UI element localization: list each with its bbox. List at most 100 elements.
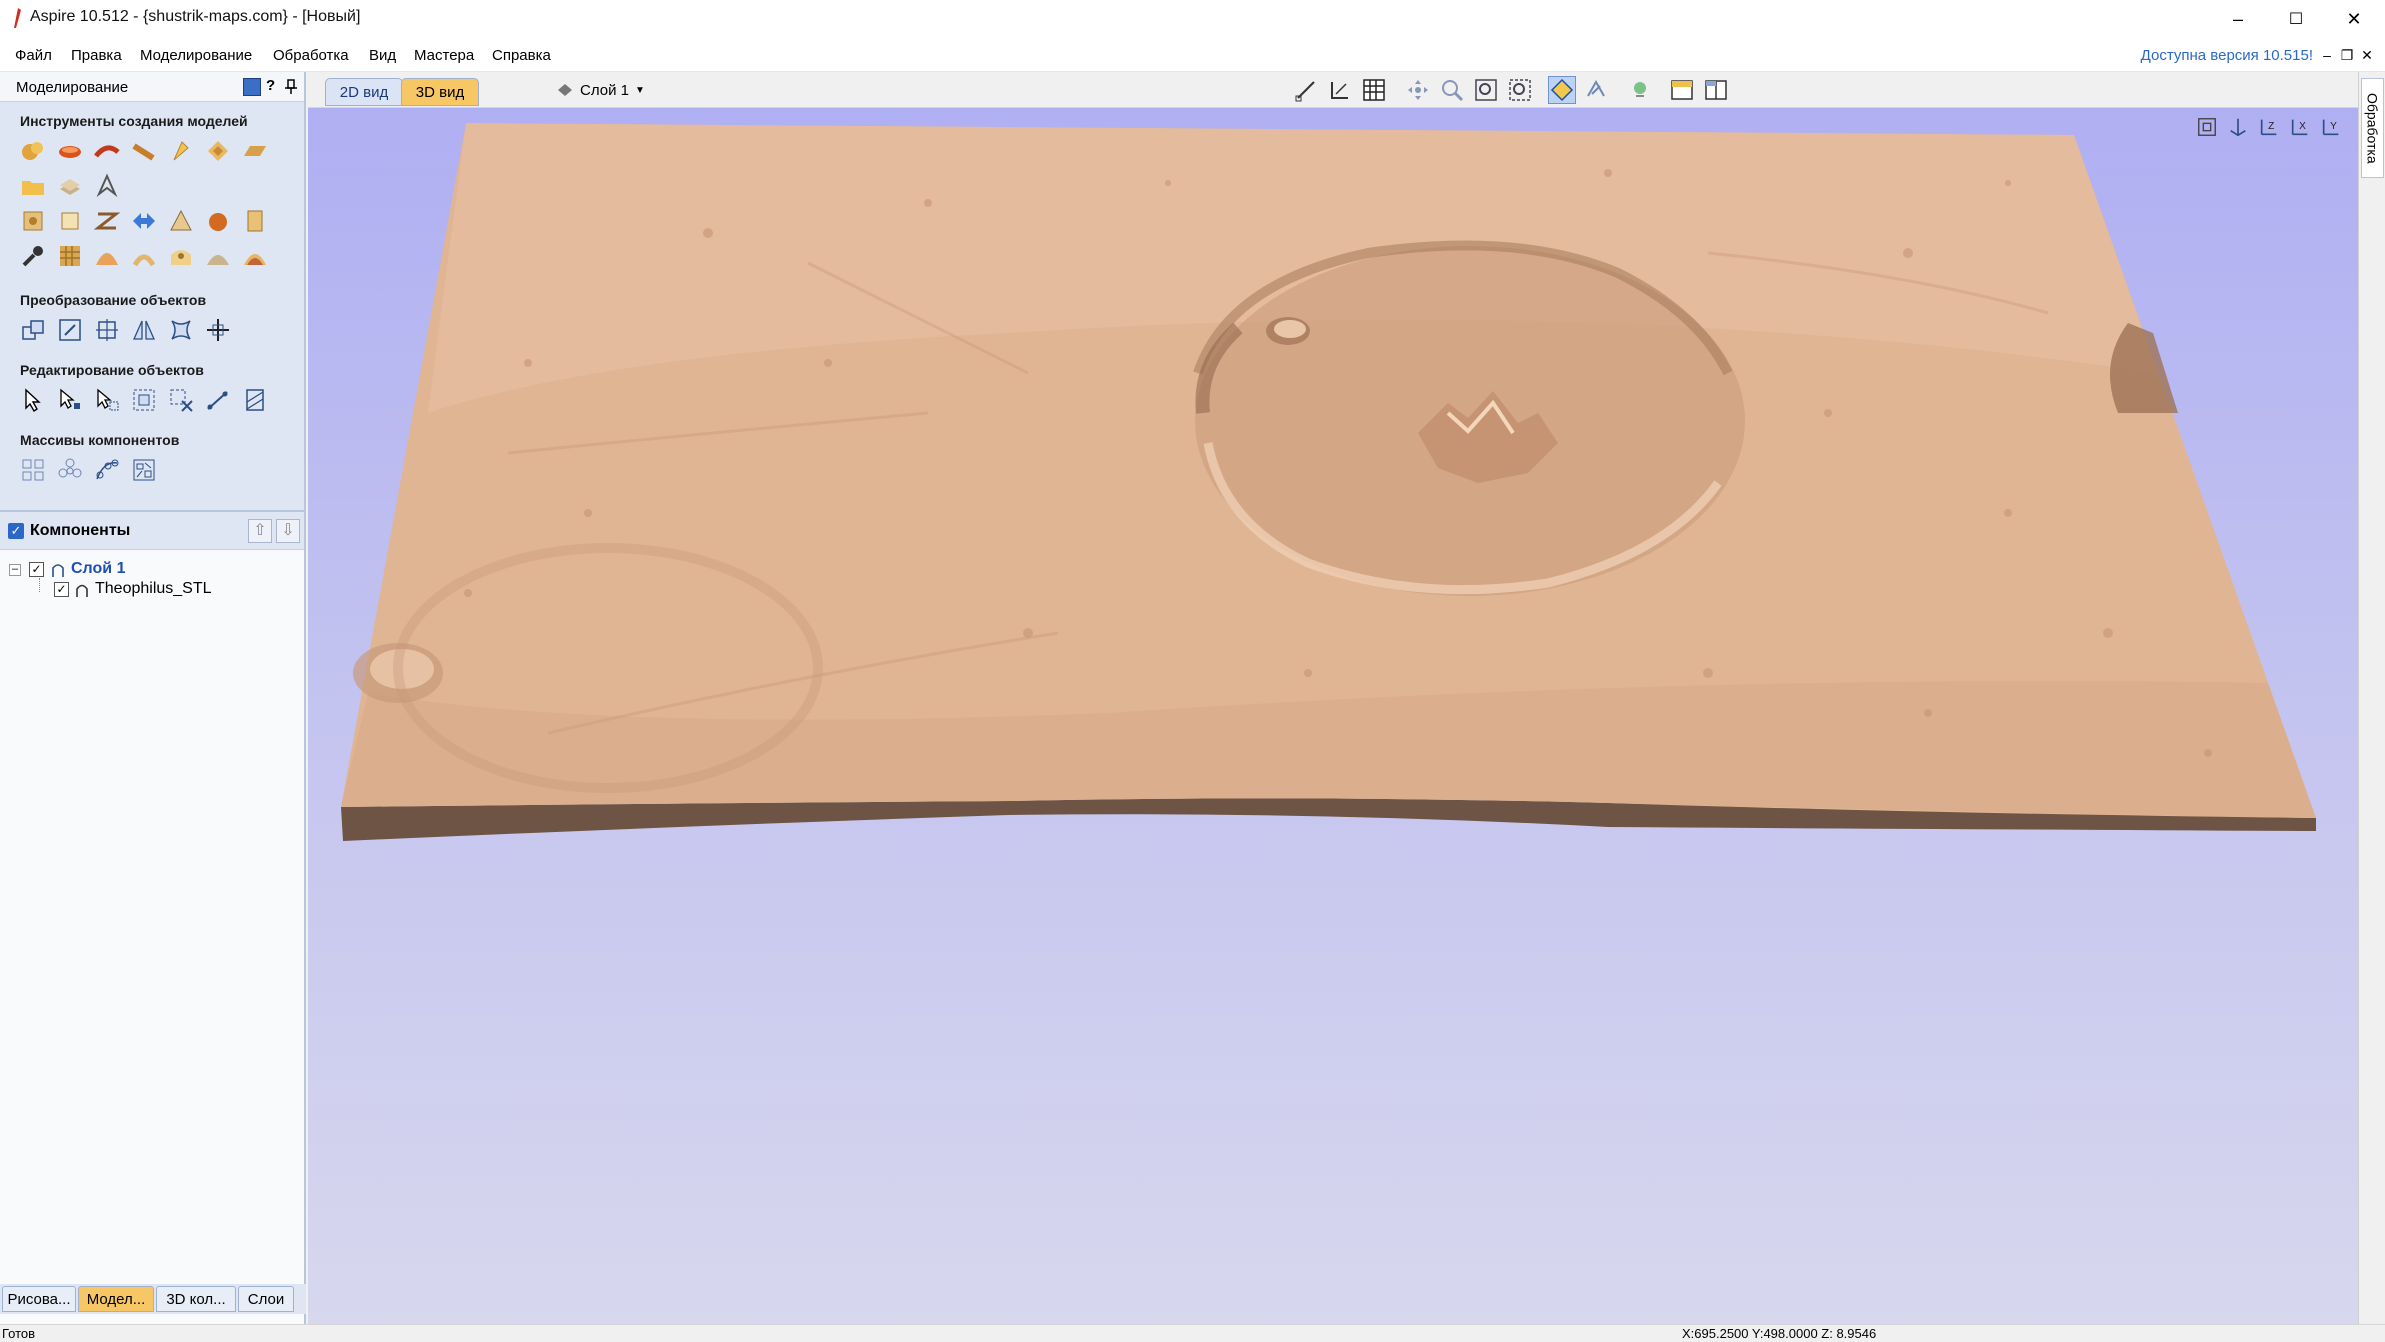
move-down-button[interactable]: ⇩	[276, 519, 300, 543]
tree-item-layer[interactable]: Слой 1	[71, 560, 125, 578]
zoom-selection-icon[interactable]	[1506, 76, 1534, 104]
help-icon[interactable]: ?	[266, 77, 275, 94]
mdi-close-button[interactable]: ✕	[2358, 46, 2376, 64]
tab-3d-clipart[interactable]: 3D кол...	[156, 1286, 236, 1312]
tree-collapse-toggle[interactable]: –	[9, 564, 21, 576]
distort-object-icon[interactable]	[167, 316, 195, 344]
copy-along-vector-icon[interactable]	[93, 456, 121, 484]
status-bar: Готов X:695.2500 Y:498.0000 Z: 8.9546	[0, 1324, 2385, 1342]
interactive-select-icon[interactable]	[130, 386, 158, 414]
svg-text:X: X	[2299, 121, 2306, 132]
menu-file[interactable]: Файл	[15, 47, 52, 64]
pin-icon[interactable]	[284, 79, 298, 95]
tab-modeling[interactable]: Модел...	[78, 1286, 154, 1312]
menu-machining[interactable]: Обработка	[273, 47, 349, 64]
menu-wizards[interactable]: Мастера	[414, 47, 474, 64]
mdi-restore-icon: ❐	[2340, 46, 2354, 63]
split-view-horizontal-icon[interactable]	[1668, 76, 1696, 104]
update-available-link[interactable]: Доступна версия 10.515!	[2141, 47, 2313, 64]
tilt-icon[interactable]	[56, 207, 84, 235]
section-title-edit-objects: Редактирование объектов	[20, 362, 204, 378]
moon-crater-model	[341, 123, 2316, 841]
sweep-icon[interactable]	[93, 137, 121, 165]
import-component-icon[interactable]	[56, 172, 84, 200]
select-tool-icon[interactable]	[19, 386, 47, 414]
open-component-icon[interactable]	[19, 172, 47, 200]
rotate-object-icon[interactable]	[93, 316, 121, 344]
distort-icon[interactable]	[93, 207, 121, 235]
create-shape-icon[interactable]	[19, 137, 47, 165]
move-up-button[interactable]: ⇧	[248, 519, 272, 543]
components-visible-checkbox[interactable]: ✓	[8, 523, 24, 539]
move-component-icon[interactable]	[130, 207, 158, 235]
close-button[interactable]: ✕	[2325, 0, 2383, 38]
node-edit-icon[interactable]	[56, 386, 84, 414]
toolpath-preview-icon[interactable]	[1582, 76, 1610, 104]
draw-tool-icon[interactable]	[1292, 76, 1320, 104]
zoom-fit-icon[interactable]	[1472, 76, 1500, 104]
menu-edit[interactable]: Правка	[71, 47, 122, 64]
flatten-icon[interactable]	[204, 242, 232, 270]
component-checkbox[interactable]: ✓	[54, 582, 69, 597]
material-shading-icon[interactable]	[1626, 76, 1654, 104]
merge-icon[interactable]	[93, 172, 121, 200]
view-z-icon[interactable]: Z	[2256, 114, 2282, 140]
delete-objects-icon[interactable]	[167, 386, 195, 414]
menu-view[interactable]: Вид	[369, 47, 396, 64]
minimize-button[interactable]: –	[2209, 0, 2267, 38]
scale-object-icon[interactable]	[56, 316, 84, 344]
layer-checkbox[interactable]: ✓	[29, 562, 44, 577]
smear-icon[interactable]	[130, 242, 158, 270]
erase-icon[interactable]	[167, 242, 195, 270]
move-object-icon[interactable]	[19, 316, 47, 344]
view-y-icon[interactable]: Y	[2318, 114, 2344, 140]
array-copy-icon[interactable]	[19, 456, 47, 484]
sculpt-icon[interactable]	[19, 242, 47, 270]
fade-icon[interactable]	[19, 207, 47, 235]
texture-icon[interactable]	[56, 242, 84, 270]
transform-edit-icon[interactable]	[93, 386, 121, 414]
two-rail-sweep-icon[interactable]	[130, 137, 158, 165]
grid-icon[interactable]	[1360, 76, 1388, 104]
align-toolpath-icon[interactable]	[1326, 76, 1354, 104]
bake-icon[interactable]	[204, 207, 232, 235]
mdi-restore-button[interactable]: ❐	[2338, 46, 2356, 64]
layer-dropdown[interactable]: Слой 1 ▼	[556, 78, 645, 102]
menu-modeling[interactable]: Моделирование	[140, 47, 252, 64]
dock-icon[interactable]	[243, 78, 261, 96]
mirror-object-icon[interactable]	[130, 316, 158, 344]
pan-icon[interactable]	[1404, 76, 1432, 104]
zoom-box-icon[interactable]	[1438, 76, 1466, 104]
tab-3d-view[interactable]: 3D вид	[401, 78, 479, 106]
maximize-button[interactable]: ☐	[2267, 0, 2325, 38]
cursor-coordinates: X:695.2500 Y:498.0000 Z: 8.9546	[1682, 1326, 1877, 1341]
menu-help[interactable]: Справка	[492, 47, 551, 64]
dome-icon[interactable]	[241, 242, 269, 270]
hatch-icon[interactable]	[241, 386, 269, 414]
show-model-toggle-icon[interactable]	[1548, 76, 1576, 104]
extrude-icon[interactable]	[56, 137, 84, 165]
tab-2d-view[interactable]: 2D вид	[325, 78, 403, 106]
tab-machining[interactable]: Обработка	[2361, 78, 2384, 178]
tree-item-component[interactable]: Theophilus_STL	[95, 580, 212, 598]
svg-text:Z: Z	[2268, 121, 2274, 132]
slice-icon[interactable]	[167, 207, 195, 235]
tab-drawing[interactable]: Рисова...	[2, 1286, 76, 1312]
view-iso-icon[interactable]	[2194, 114, 2220, 140]
view-top-icon[interactable]	[2225, 114, 2251, 140]
measure-icon[interactable]	[204, 386, 232, 414]
split-view-vertical-icon[interactable]	[1702, 76, 1730, 104]
mdi-minimize-button[interactable]: –	[2318, 46, 2336, 64]
zero-plane-icon[interactable]	[241, 207, 269, 235]
layer-icon	[52, 564, 64, 577]
smooth-icon[interactable]	[93, 242, 121, 270]
3d-viewport[interactable]	[308, 108, 2358, 1324]
texture-area-icon[interactable]	[241, 137, 269, 165]
align-object-icon[interactable]	[204, 316, 232, 344]
spin-icon[interactable]	[167, 137, 195, 165]
molding-icon[interactable]	[204, 137, 232, 165]
circular-array-icon[interactable]	[56, 456, 84, 484]
tab-layers[interactable]: Слои	[238, 1286, 294, 1312]
nesting-icon[interactable]	[130, 456, 158, 484]
view-x-icon[interactable]: X	[2287, 114, 2313, 140]
